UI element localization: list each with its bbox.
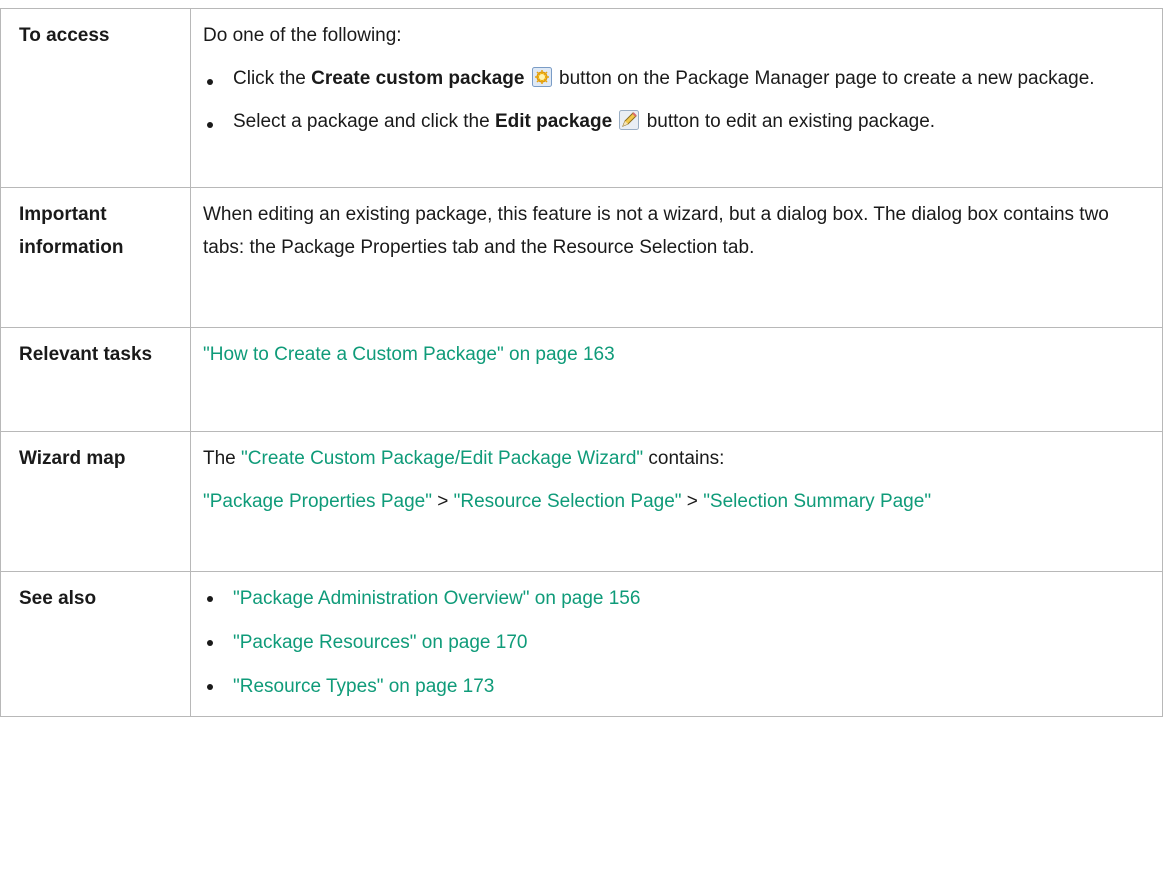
link-selection-summary-page[interactable]: "Selection Summary Page" — [703, 491, 931, 512]
create-custom-package-label: Create custom package — [311, 68, 525, 89]
link-package-administration-overview[interactable]: "Package Administration Overview" on pag… — [233, 588, 640, 609]
row-content: "Package Administration Overview" on pag… — [190, 571, 1163, 717]
row-label: Important information — [0, 187, 191, 328]
row-label: To access — [0, 8, 191, 188]
link-create-custom-package-wizard[interactable]: "Create Custom Package/Edit Package Wiza… — [241, 448, 643, 469]
create-package-icon — [531, 67, 552, 87]
edit-package-label: Edit package — [494, 111, 613, 132]
edit-pencil-icon — [619, 110, 640, 130]
access-item-edit: Select a package and click the Edit pack… — [203, 105, 1152, 138]
row-label: See also — [0, 571, 191, 717]
link-package-resources[interactable]: "Package Resources" on page 170 — [233, 632, 527, 653]
list-item: "Package Administration Overview" on pag… — [203, 582, 1152, 615]
link-resource-selection-page[interactable]: "Resource Selection Page" — [454, 491, 682, 512]
wizard-line-1: The "Create Custom Package/Edit Package … — [203, 448, 725, 469]
link-package-properties-page[interactable]: "Package Properties Page" — [203, 491, 432, 512]
row-content: The "Create Custom Package/Edit Package … — [190, 431, 1163, 572]
see-also-list: "Package Administration Overview" on pag… — [203, 582, 1152, 703]
row-label: Wizard map — [0, 431, 191, 572]
row-content: Do one of the following: Click the Creat… — [190, 8, 1163, 188]
access-list: Click the Create custom package button o… — [203, 62, 1152, 138]
row-label: Relevant tasks — [0, 327, 191, 432]
row-important-information: Important information When editing an ex… — [0, 187, 1163, 328]
row-content: "How to Create a Custom Package" on page… — [190, 327, 1163, 432]
access-intro: Do one of the following: — [203, 25, 402, 46]
list-item: "Package Resources" on page 170 — [203, 626, 1152, 659]
row-content: When editing an existing package, this f… — [190, 187, 1163, 328]
list-item: "Resource Types" on page 173 — [203, 670, 1152, 703]
link-how-to-create-custom-package[interactable]: "How to Create a Custom Package" on page… — [203, 344, 615, 365]
access-item-create: Click the Create custom package button o… — [203, 62, 1152, 95]
row-relevant-tasks: Relevant tasks "How to Create a Custom P… — [0, 327, 1163, 432]
row-wizard-map: Wizard map The "Create Custom Package/Ed… — [0, 431, 1163, 572]
wizard-line-2: "Package Properties Page" > "Resource Se… — [203, 491, 932, 512]
row-see-also: See also "Package Administration Overvie… — [0, 571, 1163, 717]
row-to-access: To access Do one of the following: Click… — [0, 8, 1163, 188]
link-resource-types[interactable]: "Resource Types" on page 173 — [233, 676, 494, 697]
reference-table: To access Do one of the following: Click… — [0, 8, 1163, 717]
